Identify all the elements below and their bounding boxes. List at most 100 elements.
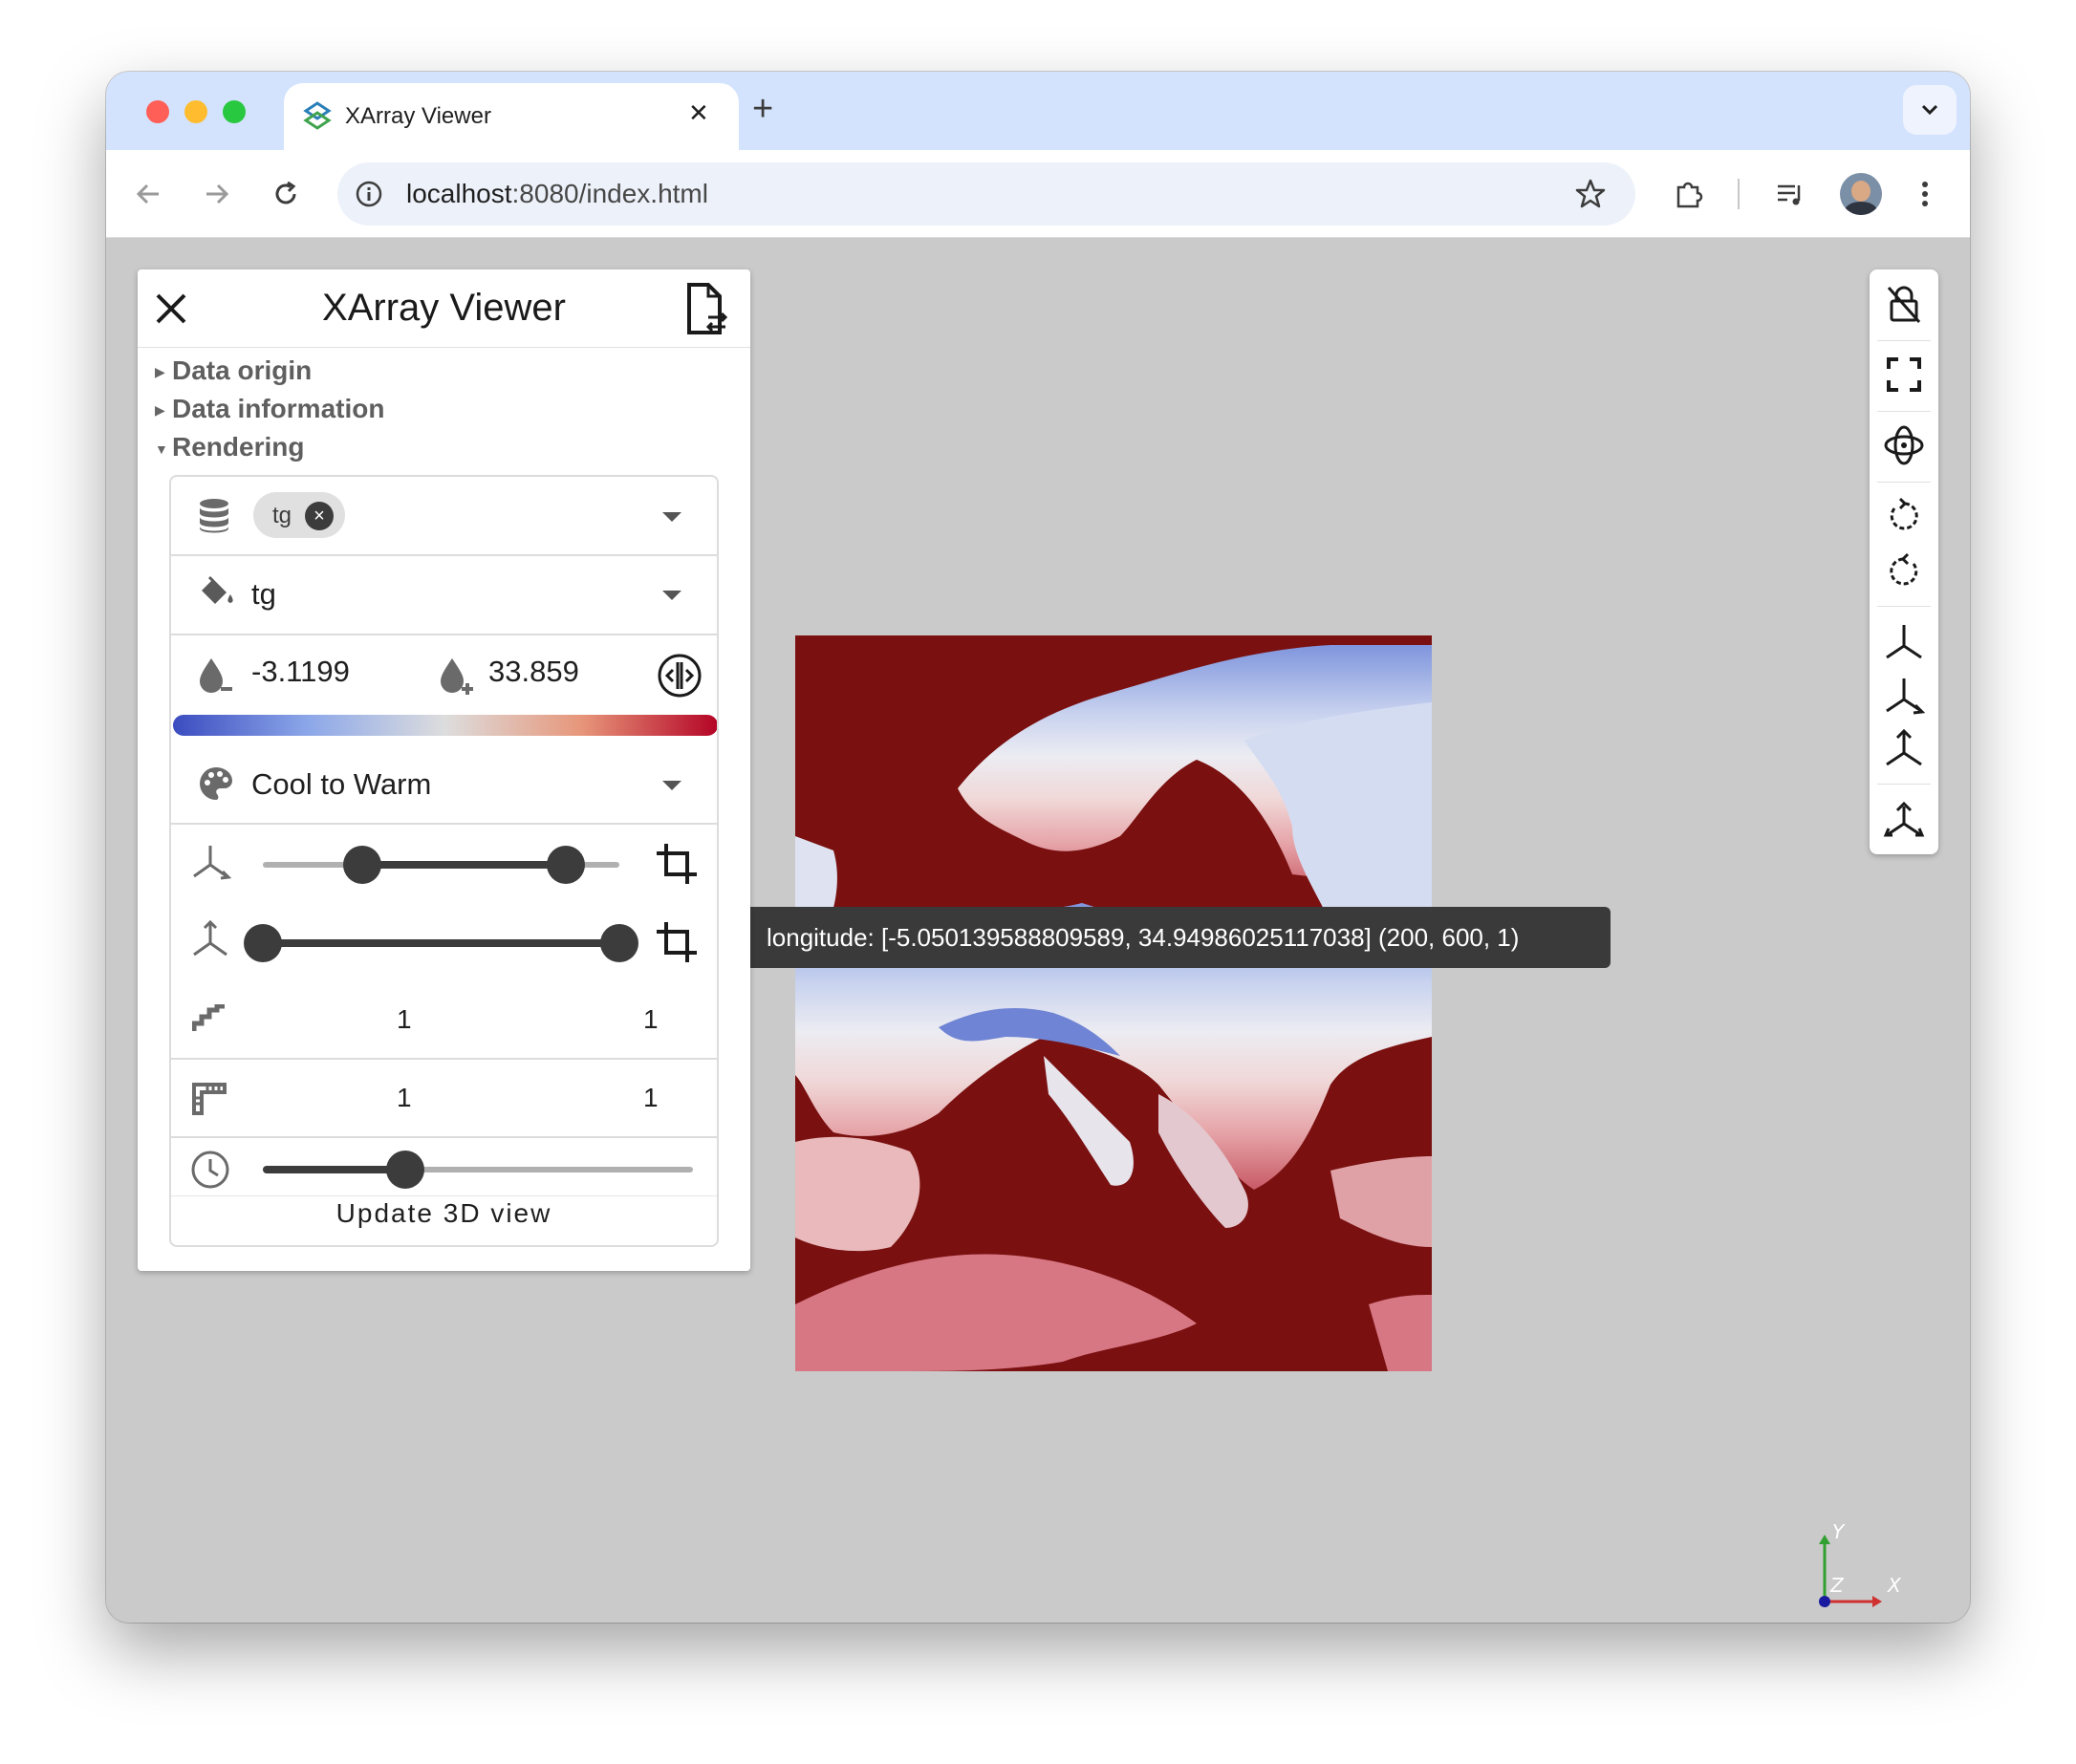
row-divider: [171, 1195, 717, 1196]
hover-tooltip: longitude: [-5.050139588809589, 34.94986…: [737, 907, 1611, 968]
forward-button[interactable]: [198, 177, 236, 211]
slice-y-min-thumb[interactable]: [244, 924, 282, 962]
rotate-right-button[interactable]: [1870, 545, 1938, 598]
back-button[interactable]: [129, 177, 167, 211]
range-max-input[interactable]: 33.859: [488, 655, 579, 689]
avatar-shoulders: [1845, 202, 1877, 215]
colormap-value: Cool to Warm: [251, 767, 432, 801]
media-control-button[interactable]: [1771, 175, 1809, 213]
address-bar[interactable]: localhost:8080/index.html: [337, 162, 1635, 226]
y-axis-arrow: [1819, 1535, 1830, 1544]
orbit-mode-button[interactable]: [1870, 419, 1938, 472]
rotate-right-icon: [1890, 552, 1918, 586]
browser-menu-button[interactable]: [1911, 175, 1939, 213]
view-z-button[interactable]: [1870, 722, 1938, 776]
axis-x-icon: [1886, 625, 1922, 659]
orientation-axes-widget: X Y Z: [1819, 1520, 1902, 1607]
slice-x-max-thumb[interactable]: [547, 846, 586, 884]
tab-close-icon[interactable]: ✕: [688, 98, 709, 128]
browser-toolbar: localhost:8080/index.html: [106, 150, 1970, 238]
tab-xarray-viewer[interactable]: XArray Viewer ✕: [284, 83, 739, 150]
scale-y-value[interactable]: 1: [643, 1083, 659, 1113]
slice-y-max-thumb[interactable]: [600, 924, 638, 962]
stride-x-value[interactable]: 1: [397, 1004, 412, 1035]
database-icon: [200, 499, 228, 533]
range-max-drop-icon: [441, 658, 473, 695]
range-min-drop-icon: [200, 658, 232, 693]
lock-off-button[interactable]: [1870, 277, 1938, 331]
update-3d-view-button[interactable]: Update 3D view: [171, 1198, 717, 1229]
view-y-button[interactable]: [1870, 669, 1938, 722]
stairs-icon: [192, 1004, 225, 1031]
field-chip[interactable]: tg ×: [253, 492, 345, 538]
stride-y-value[interactable]: 1: [643, 1004, 659, 1035]
browser-window: XArray Viewer ✕ + localhost:8080/index.h…: [106, 72, 1970, 1623]
section-rendering[interactable]: ▼ Rendering: [155, 432, 304, 463]
reset-camera-button[interactable]: [1870, 793, 1938, 847]
reload-icon: [275, 181, 296, 204]
fullscreen-button[interactable]: [1870, 348, 1938, 401]
color-by-value: tg: [251, 577, 276, 611]
rotate-left-icon: [1890, 497, 1918, 530]
rendered-data-map[interactable]: [795, 635, 1432, 1371]
toolbar-separator: [1877, 411, 1931, 412]
fullscreen-icon: [1887, 357, 1921, 392]
more-vert-icon: [1922, 182, 1928, 206]
axis-z-icon: [1886, 728, 1922, 766]
xarray-favicon-icon: [303, 101, 332, 130]
crop-icon[interactable]: [655, 920, 699, 964]
reload-button[interactable]: [267, 177, 305, 211]
palette-icon: [200, 767, 232, 800]
rotate-left-button[interactable]: [1870, 489, 1938, 543]
time-progress: [263, 1166, 405, 1173]
section-label: Data information: [172, 394, 385, 423]
scale-x-value[interactable]: 1: [397, 1083, 412, 1113]
range-min-input[interactable]: -3.1199: [251, 655, 357, 689]
url-path: :8080/index.html: [511, 179, 708, 208]
toolbar-separator: [1877, 784, 1931, 785]
time-thumb[interactable]: [385, 1151, 424, 1189]
slice-x-row: [171, 825, 717, 903]
url-host: localhost: [406, 179, 512, 208]
color-by-select[interactable]: tg: [171, 556, 717, 635]
viewport-canvas[interactable]: longitude: [-5.050139588809589, 34.94986…: [106, 239, 1970, 1623]
new-tab-button[interactable]: +: [752, 89, 773, 130]
minimize-window-button[interactable]: [184, 100, 207, 123]
section-data-information[interactable]: ▶ Data information: [155, 394, 384, 424]
crop-icon[interactable]: [655, 842, 699, 886]
zoom-window-button[interactable]: [223, 100, 246, 123]
avatar-face: [1851, 181, 1871, 202]
extensions-button[interactable]: [1670, 175, 1708, 213]
profile-avatar[interactable]: [1840, 173, 1882, 215]
axis-y-icon: [193, 919, 227, 957]
url-text[interactable]: localhost:8080/index.html: [406, 179, 708, 209]
dropdown-caret-icon: [662, 781, 681, 790]
slice-x-min-thumb[interactable]: [343, 846, 382, 884]
europe-temperature-image: [795, 645, 1432, 1371]
reset-range-icon[interactable]: [657, 653, 703, 699]
rendering-card: tg × tg -3.1199 33.859 Cool to Warm 1 1 …: [169, 475, 719, 1247]
tab-strip: XArray Viewer ✕ +: [106, 72, 1970, 150]
file-swap-icon[interactable]: [683, 281, 731, 336]
slice-x-selected-range: [362, 861, 567, 869]
tab-search-button[interactable]: [1903, 85, 1957, 135]
stride-row: 1 1: [171, 981, 717, 1060]
dropdown-caret-icon: [662, 591, 681, 600]
queue-music-icon: [1778, 184, 1801, 205]
site-info-icon[interactable]: [355, 180, 383, 208]
toolbar-separator: [1877, 482, 1931, 483]
bookmark-star-icon[interactable]: [1574, 178, 1607, 210]
orbit-icon: [1884, 425, 1924, 465]
section-data-origin[interactable]: ▶ Data origin: [155, 355, 312, 386]
lock-off-icon: [1887, 286, 1921, 323]
view-toolbar: [1870, 269, 1938, 854]
color-range-row: -3.1199 33.859: [171, 635, 717, 714]
fields-select[interactable]: tg ×: [171, 477, 717, 555]
scale-row: 1 1: [171, 1060, 717, 1138]
y-axis-label: Y: [1832, 1520, 1846, 1543]
chip-remove-icon[interactable]: ×: [305, 502, 334, 530]
section-label: Rendering: [172, 432, 305, 462]
view-x-button[interactable]: [1870, 615, 1938, 669]
colormap-select[interactable]: Cool to Warm: [171, 744, 717, 823]
close-window-button[interactable]: [146, 100, 169, 123]
